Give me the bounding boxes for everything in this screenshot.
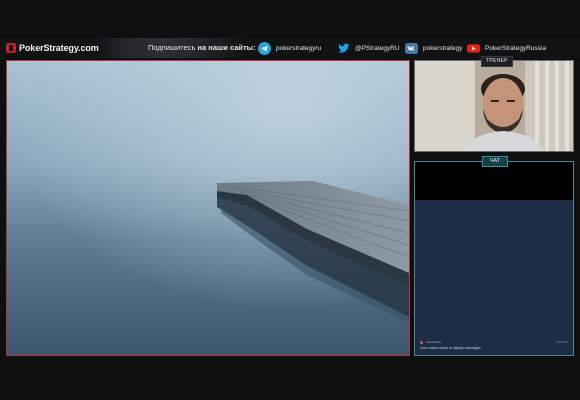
- chat-message: Streamlabs 12:00 AM Your chat is ready t…: [420, 340, 568, 350]
- subscribe-bold: на наши сайты:: [197, 43, 256, 52]
- top-banner: PokerStrategy.com Подпишитесь на наши са…: [0, 38, 580, 58]
- social-twitter[interactable]: @PStrategyRU: [337, 41, 400, 55]
- main-stream-view: [6, 60, 410, 356]
- telegram-icon: [258, 41, 271, 55]
- social-telegram[interactable]: pokerstrategyru: [258, 41, 321, 55]
- social-vk[interactable]: pokerstrategy: [405, 41, 462, 55]
- youtube-icon: [467, 42, 480, 55]
- user-badge-icon: [420, 340, 423, 344]
- twitter-icon: [337, 42, 350, 55]
- vk-icon: [405, 42, 418, 55]
- brand[interactable]: PokerStrategy.com: [6, 42, 99, 54]
- chat-username: Streamlabs: [426, 340, 442, 344]
- chat-header-area: [415, 162, 573, 200]
- subscribe-text: Подпишитесь на наши сайты:: [148, 43, 256, 52]
- brand-name: PokerStrategy.com: [19, 43, 99, 53]
- webcam-view: [414, 60, 574, 152]
- youtube-label: PokerStrategyRussia: [485, 44, 547, 52]
- trainer-label: ТРЕНЕР: [481, 56, 513, 67]
- pokerstrategy-logo-icon: [6, 43, 16, 53]
- chat-panel: Streamlabs 12:00 AM Your chat is ready t…: [414, 161, 574, 356]
- chat-timestamp: 12:00 AM: [555, 340, 568, 344]
- vk-label: pokerstrategy: [423, 44, 463, 52]
- chat-label: ЧАТ: [482, 156, 508, 167]
- coach-webcam-image: [415, 61, 573, 151]
- chat-message-text: Your chat is ready to display messages: [420, 346, 481, 350]
- twitter-label: @PStrategyRU: [355, 44, 400, 52]
- misty-pier-scene: [7, 61, 409, 355]
- social-youtube[interactable]: PokerStrategyRussia: [467, 41, 546, 55]
- subscribe-prefix: Подпишитесь: [148, 43, 196, 52]
- telegram-label: pokerstrategyru: [276, 44, 322, 52]
